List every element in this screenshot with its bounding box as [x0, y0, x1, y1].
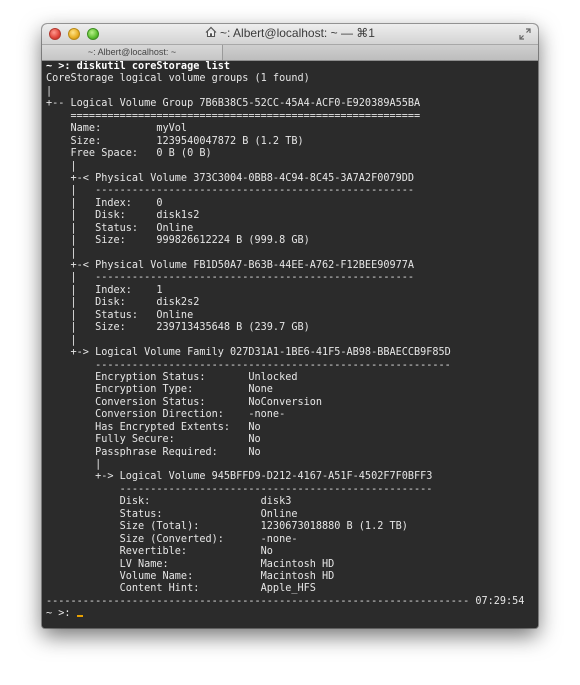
terminal-line: Size (Total): 1230673018880 B (1.2 TB) — [46, 521, 408, 533]
terminal-line: ~ >: diskutil coreStorage list — [46, 61, 231, 72]
terminal-line: +-- Logical Volume Group 7B6B38C5-52CC-4… — [46, 98, 421, 110]
terminal-line: Status: Online — [46, 508, 298, 520]
terminal-line: | — [46, 85, 53, 97]
terminal-line: | Disk: disk1s2 — [46, 210, 200, 222]
terminal-line: Volume Name: Macintosh HD — [46, 570, 335, 582]
terminal-line: ----------------------------------------… — [46, 483, 433, 495]
terminal-line: Conversion Status: NoConversion — [46, 396, 323, 408]
terminal-line: | Index: 1 — [46, 284, 163, 296]
terminal-line: Has Encrypted Extents: No — [46, 421, 261, 433]
terminal-line: | — [46, 247, 77, 259]
terminal-line: | --------------------------------------… — [46, 185, 415, 197]
terminal-line: | --------------------------------------… — [46, 272, 415, 284]
window-title: ~: Albert@localhost: ~ — ⌘1 — [220, 26, 375, 40]
terminal-line: Content Hint: Apple_HFS — [46, 583, 316, 595]
terminal-line: | — [46, 459, 102, 470]
terminal-line: Disk: disk3 — [46, 496, 292, 508]
window-title-wrap: ~: Albert@localhost: ~ — ⌘1 — [42, 26, 538, 40]
terminal-line: ----------------------------------------… — [46, 359, 451, 371]
terminal-line: Free Space: 0 B (0 B) — [46, 148, 212, 160]
terminal-line: | Size: 999826612224 B (999.8 GB) — [46, 235, 310, 247]
home-icon — [205, 26, 217, 38]
fullscreen-icon[interactable] — [519, 28, 531, 40]
terminal-line: Revertible: No — [46, 546, 273, 558]
terminal-line: ~ >: — [46, 608, 536, 620]
terminal-line: ========================================… — [46, 110, 421, 122]
cursor — [76, 615, 83, 618]
terminal-line: +-> Logical Volume Family 027D31A1-1BE6-… — [46, 347, 451, 359]
terminal-line: Name: myVol — [46, 123, 188, 135]
terminal-line: LV Name: Macintosh HD — [46, 558, 335, 570]
terminal-line: | Status: Online — [46, 222, 194, 234]
terminal-line: | Status: Online — [46, 309, 194, 321]
terminal-line: Encryption Status: Unlocked — [46, 371, 298, 383]
terminal-line: Fully Secure: No — [46, 434, 261, 446]
terminal-content[interactable]: ~ >: diskutil coreStorage list CoreStorag… — [42, 61, 538, 628]
terminal-line: +-< Physical Volume 373C3004-0BB8-4C94-8… — [46, 172, 415, 184]
terminal-line: Size: 1239540047872 B (1.2 TB) — [46, 135, 304, 147]
terminal-line: | Disk: disk2s2 — [46, 297, 200, 309]
tab-bar: ~: Albert@localhost: ~ — [42, 45, 538, 61]
terminal-output: ~ >: diskutil coreStorage list CoreStorag… — [46, 61, 536, 621]
terminal-line: ----------------------------------------… — [46, 595, 525, 607]
terminal-line: | — [46, 334, 77, 346]
title-bar[interactable]: ~: Albert@localhost: ~ — ⌘1 — [42, 24, 538, 45]
terminal-line: | Index: 0 — [46, 197, 163, 209]
terminal-window: ~: Albert@localhost: ~ — ⌘1 ~: Albert@lo… — [42, 24, 538, 628]
terminal-line: CoreStorage logical volume groups (1 fou… — [46, 73, 310, 85]
terminal-line: +-> Logical Volume 945BFFD9-D212-4167-A5… — [46, 471, 433, 483]
terminal-line: Encryption Type: None — [46, 384, 273, 396]
terminal-line: Passphrase Required: No — [46, 446, 261, 458]
tab-terminal[interactable]: ~: Albert@localhost: ~ — [42, 45, 223, 60]
terminal-line: +-< Physical Volume FB1D50A7-B63B-44EE-A… — [46, 260, 415, 271]
terminal-line: | — [46, 160, 77, 172]
terminal-line: Conversion Direction: -none- — [46, 409, 286, 421]
terminal-line: | Size: 239713435648 B (239.7 GB) — [46, 322, 310, 334]
terminal-line: Size (Converted): -none- — [46, 533, 298, 545]
